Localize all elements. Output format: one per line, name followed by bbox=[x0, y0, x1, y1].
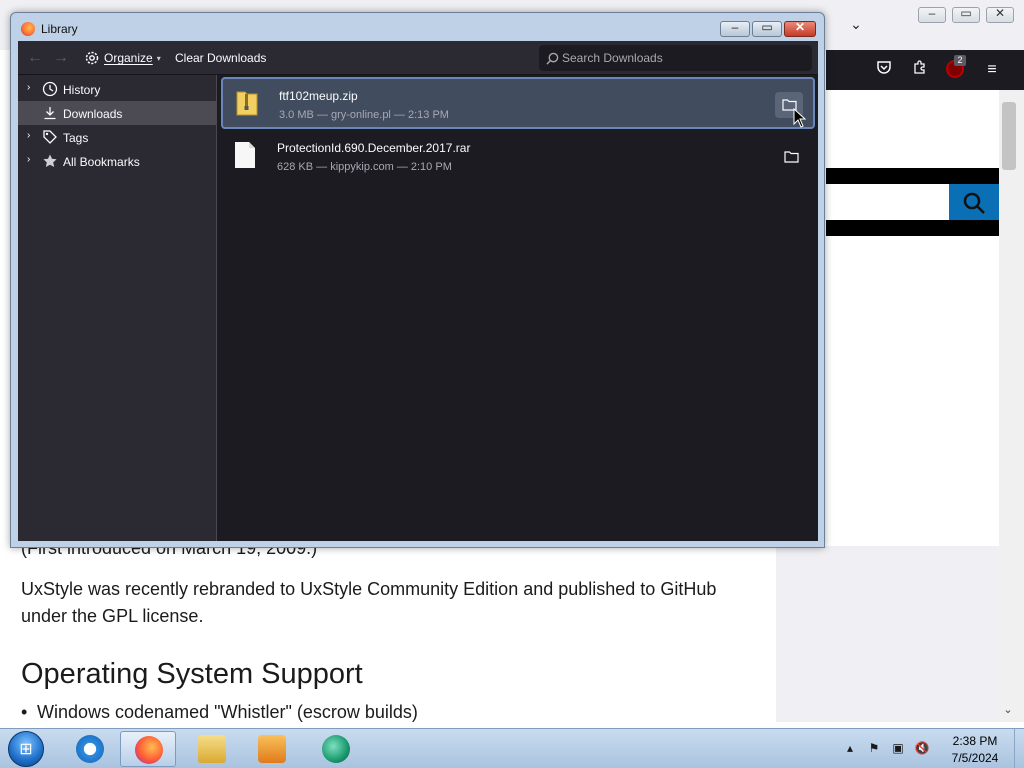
taskbar-firefox[interactable] bbox=[120, 731, 176, 767]
taskbar-app[interactable] bbox=[308, 731, 364, 767]
download-item[interactable]: ProtectionId.690.December.2017.rar 628 K… bbox=[221, 131, 815, 183]
taskbar-internet-explorer[interactable] bbox=[62, 731, 118, 767]
scrollbar-thumb[interactable] bbox=[1002, 102, 1016, 170]
network-icon[interactable]: ▣ bbox=[890, 740, 906, 756]
show-desktop-button[interactable] bbox=[1014, 729, 1024, 768]
site-search-input[interactable] bbox=[826, 184, 950, 220]
extensions-puzzle-icon[interactable] bbox=[909, 59, 931, 81]
clock-date[interactable]: 7/5/2024 bbox=[945, 751, 1005, 765]
taskbar: ⊞ ▴ ⚑ ▣ 🔇 2:38 PM 7/5/2024 bbox=[0, 728, 1024, 768]
browser-toolbar: ≡ bbox=[826, 50, 1024, 90]
sidebar-item-all-bookmarks[interactable]: › All Bookmarks bbox=[18, 149, 217, 173]
library-minimize-button[interactable]: – bbox=[720, 20, 750, 37]
folder-icon bbox=[784, 151, 799, 163]
library-window: Library – ▭ ✕ ← → Organize ▾ Clear Downl… bbox=[10, 12, 825, 548]
volume-muted-icon[interactable]: 🔇 bbox=[914, 740, 930, 756]
sidebar-item-label: Downloads bbox=[63, 107, 123, 121]
star-icon bbox=[42, 153, 58, 169]
chevron-down-icon: ▾ bbox=[156, 53, 161, 63]
taskbar-media-player[interactable] bbox=[244, 731, 300, 767]
download-icon bbox=[42, 105, 58, 121]
expand-chevron-icon[interactable]: › bbox=[27, 82, 37, 94]
download-details: 3.0 MB — gry-online.pl — 2:13 PM bbox=[279, 109, 449, 121]
library-title: Library bbox=[41, 22, 78, 36]
clock-icon bbox=[42, 81, 58, 97]
library-close-button[interactable]: ✕ bbox=[784, 20, 816, 37]
sidebar-item-tags[interactable]: › Tags bbox=[18, 125, 217, 149]
search-icon bbox=[546, 52, 559, 65]
search-downloads-field[interactable] bbox=[539, 45, 812, 71]
windows-logo-icon: ⊞ bbox=[19, 741, 33, 758]
library-content: ← → Organize ▾ Clear Downloads › History… bbox=[18, 41, 818, 541]
clock-time[interactable]: 2:38 PM bbox=[945, 734, 1005, 748]
download-filename: ftf102meup.zip bbox=[279, 89, 358, 103]
folder-icon bbox=[198, 735, 226, 763]
list-all-tabs-chevron-icon[interactable]: ⌄ bbox=[846, 16, 866, 36]
page-side-gutter bbox=[776, 546, 999, 722]
browser-close-button[interactable]: ✕ bbox=[986, 6, 1014, 23]
hamburger-menu-icon[interactable]: ≡ bbox=[981, 59, 1003, 81]
article-bullet-item: Windows codenamed "Whistler" (escrow bui… bbox=[21, 702, 418, 723]
site-search-button[interactable] bbox=[949, 184, 999, 220]
expand-chevron-icon[interactable]: › bbox=[27, 154, 37, 166]
download-item[interactable]: ftf102meup.zip 3.0 MB — gry-online.pl — … bbox=[221, 77, 815, 129]
taskbar-file-explorer[interactable] bbox=[184, 731, 240, 767]
action-center-flag-icon[interactable]: ⚑ bbox=[866, 740, 882, 756]
internet-explorer-icon bbox=[76, 735, 104, 763]
file-icon bbox=[234, 141, 256, 169]
organize-label: Organize bbox=[104, 51, 153, 65]
start-button[interactable]: ⊞ bbox=[8, 731, 44, 767]
download-details: 628 KB — kippykip.com — 2:10 PM bbox=[277, 161, 452, 173]
sidebar-item-history[interactable]: › History bbox=[18, 77, 217, 101]
download-filename: ProtectionId.690.December.2017.rar bbox=[277, 141, 471, 155]
sidebar-item-label: All Bookmarks bbox=[63, 155, 140, 169]
sidebar-item-label: History bbox=[63, 83, 101, 97]
article-paragraph: UxStyle was recently rebranded to UxStyl… bbox=[21, 579, 717, 626]
clear-downloads-button[interactable]: Clear Downloads bbox=[175, 51, 266, 65]
show-in-folder-button[interactable] bbox=[777, 144, 805, 170]
article-heading: Operating System Support bbox=[21, 658, 363, 690]
magnifier-icon bbox=[963, 192, 985, 214]
library-sidebar: › History Downloads › Tags › All Bookmar… bbox=[18, 75, 217, 541]
downloads-list: ftf102meup.zip 3.0 MB — gry-online.pl — … bbox=[218, 75, 818, 541]
forward-arrow-icon[interactable]: → bbox=[52, 49, 70, 67]
media-player-icon bbox=[258, 735, 286, 763]
pocket-icon[interactable] bbox=[873, 59, 895, 81]
browser-minimize-button[interactable]: – bbox=[918, 6, 946, 23]
article-content: (First introduced on March 19, 2009.) Ux… bbox=[0, 538, 776, 723]
page-scrollbar[interactable] bbox=[999, 90, 1024, 722]
library-maximize-button[interactable]: ▭ bbox=[752, 20, 782, 37]
organize-button[interactable]: Organize ▾ bbox=[84, 48, 161, 68]
library-toolbar: ← → Organize ▾ Clear Downloads bbox=[18, 41, 818, 75]
sidebar-item-label: Tags bbox=[63, 131, 89, 145]
back-arrow-icon[interactable]: ← bbox=[26, 49, 44, 67]
scroll-down-arrow-icon[interactable]: ⌄ bbox=[1001, 703, 1015, 719]
show-hidden-icons-chevron-icon[interactable]: ▴ bbox=[842, 740, 858, 756]
firefox-icon bbox=[135, 736, 163, 764]
gear-icon bbox=[85, 51, 99, 65]
browser-maximize-button[interactable]: ▭ bbox=[952, 6, 980, 23]
mouse-cursor-icon bbox=[793, 108, 807, 128]
tag-icon bbox=[42, 129, 58, 145]
firefox-logo-icon bbox=[21, 22, 35, 36]
expand-chevron-icon[interactable]: › bbox=[27, 130, 37, 142]
search-downloads-input[interactable] bbox=[562, 46, 807, 70]
zip-folder-icon bbox=[236, 89, 258, 117]
app-icon bbox=[322, 735, 350, 763]
extension-count-badge: 2 bbox=[954, 55, 966, 66]
sidebar-item-downloads[interactable]: Downloads bbox=[18, 101, 217, 125]
